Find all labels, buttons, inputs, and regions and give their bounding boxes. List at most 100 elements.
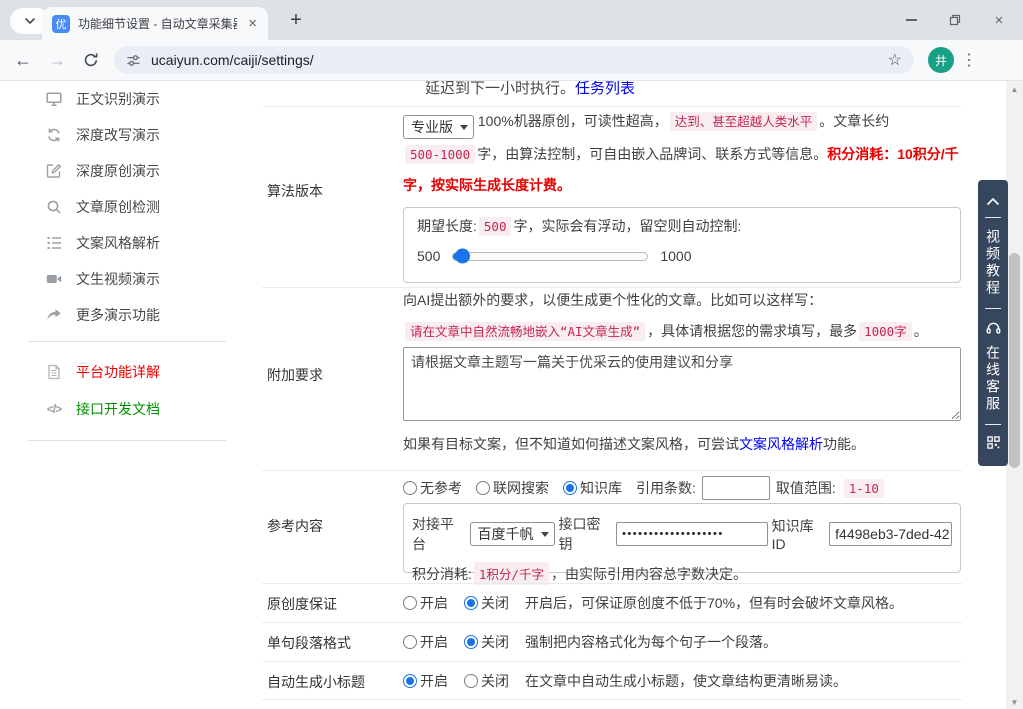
extra-requirements-textarea[interactable]: 请根据文章主题写一篇关于优采云的使用建议和分享 <box>403 347 961 421</box>
window-controls: × <box>889 0 1021 40</box>
quote-count-label: 引用条数: <box>636 478 696 498</box>
scroll-up-icon[interactable]: ▲ <box>1006 85 1023 94</box>
sidebar-item-label: 接口开发文档 <box>76 399 160 419</box>
extra-text: ，具体请根据您的需求填写，最多 <box>647 323 857 339</box>
slider-max-label: 1000 <box>660 248 691 264</box>
tab-close-icon[interactable]: × <box>245 16 260 31</box>
kb-id-input[interactable]: f4498eb3-7ded-42 <box>829 522 952 546</box>
sidebar-item-platform-doc[interactable]: 平台功能详解 <box>46 362 160 382</box>
sidebar-item-label: 平台功能详解 <box>76 362 160 382</box>
radio-icon[interactable] <box>464 596 478 610</box>
radio-off[interactable]: 关闭 <box>464 671 509 691</box>
range-label: 取值范围: <box>776 478 836 498</box>
api-secret-input[interactable]: ••••••••••••••••••• <box>616 522 768 546</box>
platform-select[interactable]: 百度千帆 <box>470 522 555 546</box>
secret-label: 接口密钥 <box>559 514 613 554</box>
task-list-link[interactable]: 任务列表 <box>575 81 635 97</box>
online-service-button[interactable]: 在线客服 <box>983 345 1003 413</box>
forward-button[interactable]: → <box>40 43 74 77</box>
quote-count-input[interactable] <box>702 476 770 500</box>
row-divider <box>262 622 962 623</box>
page-scrollbar[interactable]: ▲ ▼ <box>1006 81 1023 709</box>
radio-label: 开启 <box>420 632 448 652</box>
tab-title: 功能细节设置 - 自动文章采集器 <box>78 15 237 32</box>
headset-icon[interactable] <box>986 321 1001 334</box>
slider-thumb[interactable] <box>455 249 470 264</box>
radio-icon[interactable] <box>403 481 417 495</box>
refresh-icon <box>46 127 62 143</box>
chevron-up-icon[interactable] <box>986 197 1000 206</box>
video-tutorial-button[interactable]: 视频教程 <box>983 229 1003 297</box>
profile-avatar[interactable]: 井 <box>928 47 954 73</box>
reload-button[interactable] <box>74 43 108 77</box>
algorithm-version-value: 专业版 <box>411 112 453 142</box>
site-favicon: 优 <box>52 15 70 33</box>
sidebar-item-label: 文章原创检测 <box>76 197 160 217</box>
floating-side-panel: 视频教程 在线客服 <box>978 180 1008 466</box>
platform-value: 百度千帆 <box>478 524 534 544</box>
radio-off[interactable]: 关闭 <box>464 632 509 652</box>
radio-on[interactable]: 开启 <box>403 632 448 652</box>
originality-guarantee-row: 开启 关闭 开启后，可保证原创度不低于70%，但有时会破坏文章风格。 <box>403 593 903 613</box>
radio-knowledge-base[interactable]: 知识库 <box>563 478 622 498</box>
radio-off[interactable]: 关闭 <box>464 593 509 613</box>
radio-icon[interactable] <box>403 674 417 688</box>
qr-code-icon[interactable] <box>987 436 1000 449</box>
browser-tab[interactable]: 优 功能细节设置 - 自动文章采集器 × <box>42 7 268 40</box>
length-slider[interactable] <box>452 252 648 261</box>
radio-label: 无参考 <box>420 478 462 498</box>
sidebar-item-content-recognition[interactable]: 正文识别演示 <box>46 89 160 109</box>
sidebar-item-label: 更多演示功能 <box>76 305 160 325</box>
sidebar-divider <box>28 341 226 342</box>
radio-icon[interactable] <box>464 674 478 688</box>
site-settings-icon[interactable] <box>126 53 141 68</box>
row-divider <box>262 583 962 584</box>
radio-on[interactable]: 开启 <box>403 593 448 613</box>
row-divider <box>262 699 962 700</box>
sidebar-item-style-analysis[interactable]: 文案风格解析 <box>46 233 160 253</box>
reload-icon <box>83 52 99 68</box>
search-icon <box>46 199 62 215</box>
radio-icon[interactable] <box>476 481 490 495</box>
scrollbar-thumb[interactable] <box>1009 253 1020 468</box>
restore-button[interactable] <box>933 0 977 40</box>
algorithm-version-select[interactable]: 专业版 <box>403 115 474 139</box>
sidebar-item-deep-rewrite[interactable]: 深度改写演示 <box>46 125 160 145</box>
radio-label: 知识库 <box>580 478 622 498</box>
radio-web-search[interactable]: 联网搜索 <box>476 478 549 498</box>
radio-icon[interactable] <box>403 635 417 649</box>
radio-icon[interactable] <box>563 481 577 495</box>
row-divider <box>262 470 962 471</box>
numbered-list-icon <box>46 235 62 251</box>
url-text[interactable]: ucaiyun.com/caiji/settings/ <box>151 52 878 68</box>
back-button[interactable]: ← <box>6 43 40 77</box>
browser-menu-icon[interactable]: ⋮ <box>954 50 984 70</box>
select-arrow-icon <box>541 532 549 537</box>
bookmark-star-icon[interactable]: ☆ <box>888 50 902 70</box>
algorithm-version-label: 算法版本 <box>267 181 323 201</box>
sidebar-item-deep-original[interactable]: 深度原创演示 <box>46 161 160 181</box>
radio-label: 联网搜索 <box>493 478 549 498</box>
close-button[interactable]: × <box>977 0 1021 40</box>
panel-divider <box>985 424 1001 425</box>
length-slider-line: 500 1000 <box>417 248 947 264</box>
sidebar-item-text-to-video[interactable]: 文生视频演示 <box>46 269 160 289</box>
url-bar[interactable]: ucaiyun.com/caiji/settings/ ☆ <box>114 46 914 74</box>
radio-icon[interactable] <box>464 635 478 649</box>
tab-strip: 优 功能细节设置 - 自动文章采集器 × + × <box>0 0 1023 40</box>
radio-no-reference[interactable]: 无参考 <box>403 478 462 498</box>
chevron-down-icon <box>24 15 36 27</box>
sidebar-item-originality-check[interactable]: 文章原创检测 <box>46 197 160 217</box>
style-analysis-link[interactable]: 文案风格解析 <box>739 436 823 452</box>
radio-label: 开启 <box>420 593 448 613</box>
document-icon <box>46 364 62 380</box>
platform-label: 对接平台 <box>412 514 466 554</box>
sidebar-item-api-doc[interactable]: </> 接口开发文档 <box>46 399 160 419</box>
algorithm-text: 。文章长约 <box>819 113 889 129</box>
radio-on[interactable]: 开启 <box>403 671 448 691</box>
minimize-button[interactable] <box>889 0 933 40</box>
new-tab-button[interactable]: + <box>282 6 310 34</box>
sidebar-item-more-demos[interactable]: 更多演示功能 <box>46 305 160 325</box>
scroll-down-icon[interactable]: ▼ <box>1006 698 1023 707</box>
radio-icon[interactable] <box>403 596 417 610</box>
